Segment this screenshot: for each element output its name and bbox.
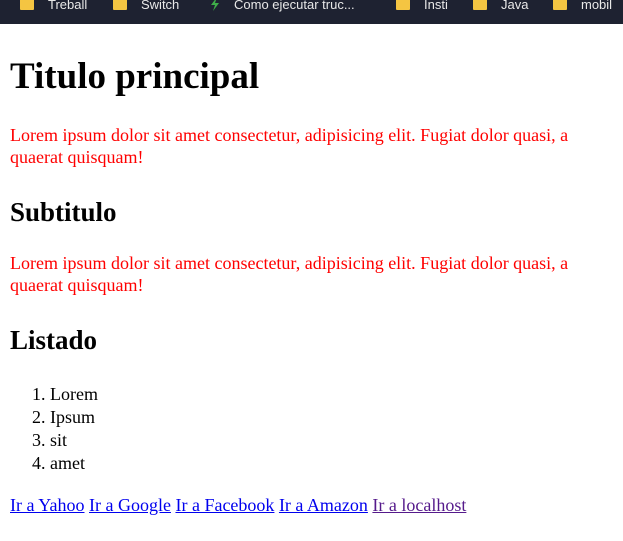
list-item: Lorem [50, 383, 623, 406]
subtitle-heading: Subtitulo [10, 197, 117, 227]
spark-icon [211, 0, 219, 11]
folder-icon [20, 0, 34, 10]
list-heading: Listado [10, 325, 98, 355]
paragraph-1-line-2: quaerat quisquam! [10, 147, 144, 167]
list-item: Ipsum [50, 406, 623, 429]
bookmark-label: Switch [141, 0, 180, 12]
folder-icon [553, 0, 567, 10]
link-yahoo[interactable]: Ir a Yahoo [10, 495, 85, 515]
link-google[interactable]: Ir a Google [89, 495, 171, 515]
page-title: Titulo principal [10, 56, 260, 97]
paragraph-2-line-1: Lorem ipsum dolor sit amet consectetur, … [10, 253, 569, 273]
bookmark-switch[interactable]: Switch [113, 0, 179, 13]
bookmark-label: mobil [581, 0, 613, 12]
paragraph-1-line-1: Lorem ipsum dolor sit amet consectetur, … [10, 125, 569, 145]
bookmarks-bar: Treball Switch Como ejecutar truc... Ins… [0, 0, 623, 24]
folder-icon [396, 0, 410, 10]
bookmark-insti[interactable]: Insti [396, 0, 448, 13]
ordered-list: Lorem Ipsum sit amet [10, 383, 623, 475]
link-localhost[interactable]: Ir a localhost [372, 495, 466, 515]
bookmark-treball[interactable]: Treball [20, 0, 87, 13]
bookmark-label: Insti [424, 0, 448, 12]
list-item: amet [50, 452, 623, 475]
bookmark-java[interactable]: Java [473, 0, 528, 13]
bookmark-label: Treball [48, 0, 88, 12]
paragraph-2: Lorem ipsum dolor sit amet consectetur, … [10, 252, 623, 296]
folder-icon [473, 0, 487, 10]
folder-icon [113, 0, 127, 10]
link-facebook[interactable]: Ir a Facebook [175, 495, 274, 515]
list-item: sit [50, 429, 623, 452]
paragraph-1: Lorem ipsum dolor sit amet consectetur, … [10, 124, 623, 168]
links-row: Ir a Yahoo Ir a Google Ir a Facebook Ir … [10, 494, 623, 517]
page-content: Titulo principal Lorem ipsum dolor sit a… [10, 24, 623, 517]
bookmark-label: Java [501, 0, 529, 12]
link-amazon[interactable]: Ir a Amazon [279, 495, 368, 515]
paragraph-2-line-2: quaerat quisquam! [10, 275, 144, 295]
bookmark-mobil[interactable]: mobil [553, 0, 612, 13]
bookmark-como-ejecutar[interactable]: Como ejecutar truc... [208, 0, 355, 13]
bookmark-label: Como ejecutar truc... [234, 0, 355, 12]
